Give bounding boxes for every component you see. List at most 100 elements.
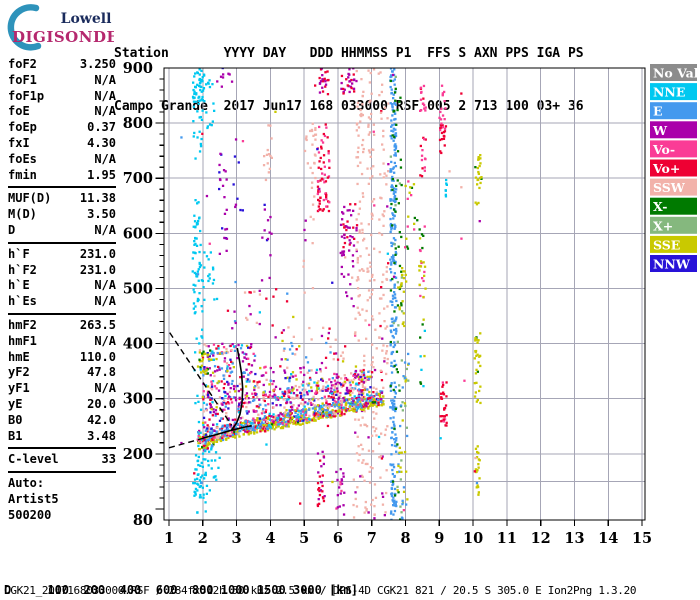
scatter-point <box>279 417 283 421</box>
scatter-point <box>256 383 259 387</box>
scatter-point <box>366 393 369 397</box>
scatter-point <box>220 429 224 432</box>
scatter-point <box>269 366 272 370</box>
scatter-point <box>259 427 262 430</box>
scatter-point <box>217 347 220 350</box>
scatter-point <box>302 410 305 413</box>
scatter-point <box>474 176 478 179</box>
scatter-point <box>197 483 200 486</box>
scatter-point <box>230 401 234 404</box>
scatter-point <box>439 110 442 114</box>
scatter-point <box>396 150 400 153</box>
scatter-point <box>340 383 343 386</box>
scatter-point <box>352 374 355 377</box>
scatter-point <box>313 404 316 407</box>
scatter-point <box>212 358 215 361</box>
scatter-point <box>391 70 394 73</box>
scatter-point <box>204 458 207 461</box>
scatter-point <box>263 366 266 369</box>
scatter-point <box>218 252 221 255</box>
scatter-point <box>197 99 200 102</box>
scatter-point <box>198 250 201 254</box>
scatter-point <box>305 135 308 138</box>
scatter-point <box>392 416 395 419</box>
x-tick-label: 5 <box>299 530 309 547</box>
scatter-point <box>277 417 280 420</box>
scatter-point <box>375 347 378 350</box>
scatter-point <box>351 260 354 263</box>
scatter-point <box>327 150 330 153</box>
scatter-point <box>239 429 242 433</box>
scatter-point <box>352 87 356 90</box>
scatter-point <box>349 203 352 206</box>
scatter-point <box>304 219 307 222</box>
scatter-point <box>218 178 222 181</box>
scatter-point <box>390 317 393 321</box>
scatter-point <box>372 130 375 133</box>
scatter-point <box>355 452 359 455</box>
scatter-point <box>393 364 396 368</box>
scatter-point <box>400 516 404 519</box>
scatter-point <box>393 438 396 441</box>
scatter-point <box>393 154 396 157</box>
scatter-point <box>389 289 393 292</box>
scatter-point <box>355 226 358 230</box>
scatter-point <box>381 503 385 506</box>
scatter-point <box>298 423 301 426</box>
scatter-point <box>234 321 237 325</box>
scatter-point <box>354 497 357 501</box>
scatter-point <box>373 517 376 520</box>
scatter-point <box>341 351 344 354</box>
scatter-point <box>328 201 331 204</box>
scatter-point <box>351 236 354 239</box>
scatter-point <box>318 502 321 505</box>
scatter-point <box>209 374 212 377</box>
scatter-point <box>280 358 283 361</box>
scatter-point <box>381 213 384 216</box>
scatter-point <box>358 398 361 401</box>
scatter-point <box>272 380 275 383</box>
scatter-point <box>359 403 362 406</box>
scatter-point <box>338 406 341 409</box>
scatter-point <box>385 174 388 177</box>
scatter-point <box>265 297 268 300</box>
scatter-point <box>206 126 209 130</box>
scatter-point <box>193 494 196 497</box>
scatter-point <box>217 466 220 469</box>
scatter-point <box>373 430 376 433</box>
scatter-point <box>351 82 354 85</box>
scatter-point <box>390 271 393 274</box>
scatter-point <box>343 412 346 416</box>
scatter-point <box>296 388 299 392</box>
scatter-point <box>262 427 265 430</box>
scatter-point <box>384 428 387 431</box>
scatter-point <box>224 394 227 398</box>
scatter-point <box>394 87 397 90</box>
scatter-point <box>260 412 264 415</box>
scatter-point <box>306 402 310 405</box>
scatter-point <box>272 413 275 416</box>
scatter-point <box>354 369 358 373</box>
scatter-point <box>421 167 424 170</box>
x-tick-label: 4 <box>265 530 275 547</box>
scatter-point <box>291 389 294 392</box>
scatter-point <box>263 208 266 211</box>
scatter-point <box>407 215 410 218</box>
scatter-point <box>474 350 477 353</box>
scatter-point <box>422 318 425 321</box>
scatter-point <box>283 406 286 409</box>
scatter-point <box>370 92 373 95</box>
scatter-point <box>226 369 229 373</box>
scatter-point <box>444 107 447 110</box>
scatter-point <box>282 418 285 421</box>
scatter-point <box>292 420 296 423</box>
scatter-point <box>311 122 314 125</box>
scatter-point <box>222 73 225 76</box>
scatter-point <box>356 306 359 309</box>
scatter-point <box>292 392 296 395</box>
scatter-point <box>386 357 389 361</box>
scatter-point <box>390 510 393 513</box>
legend-label: X+ <box>653 218 673 233</box>
scatter-point <box>475 481 479 485</box>
scatter-point <box>322 462 325 466</box>
